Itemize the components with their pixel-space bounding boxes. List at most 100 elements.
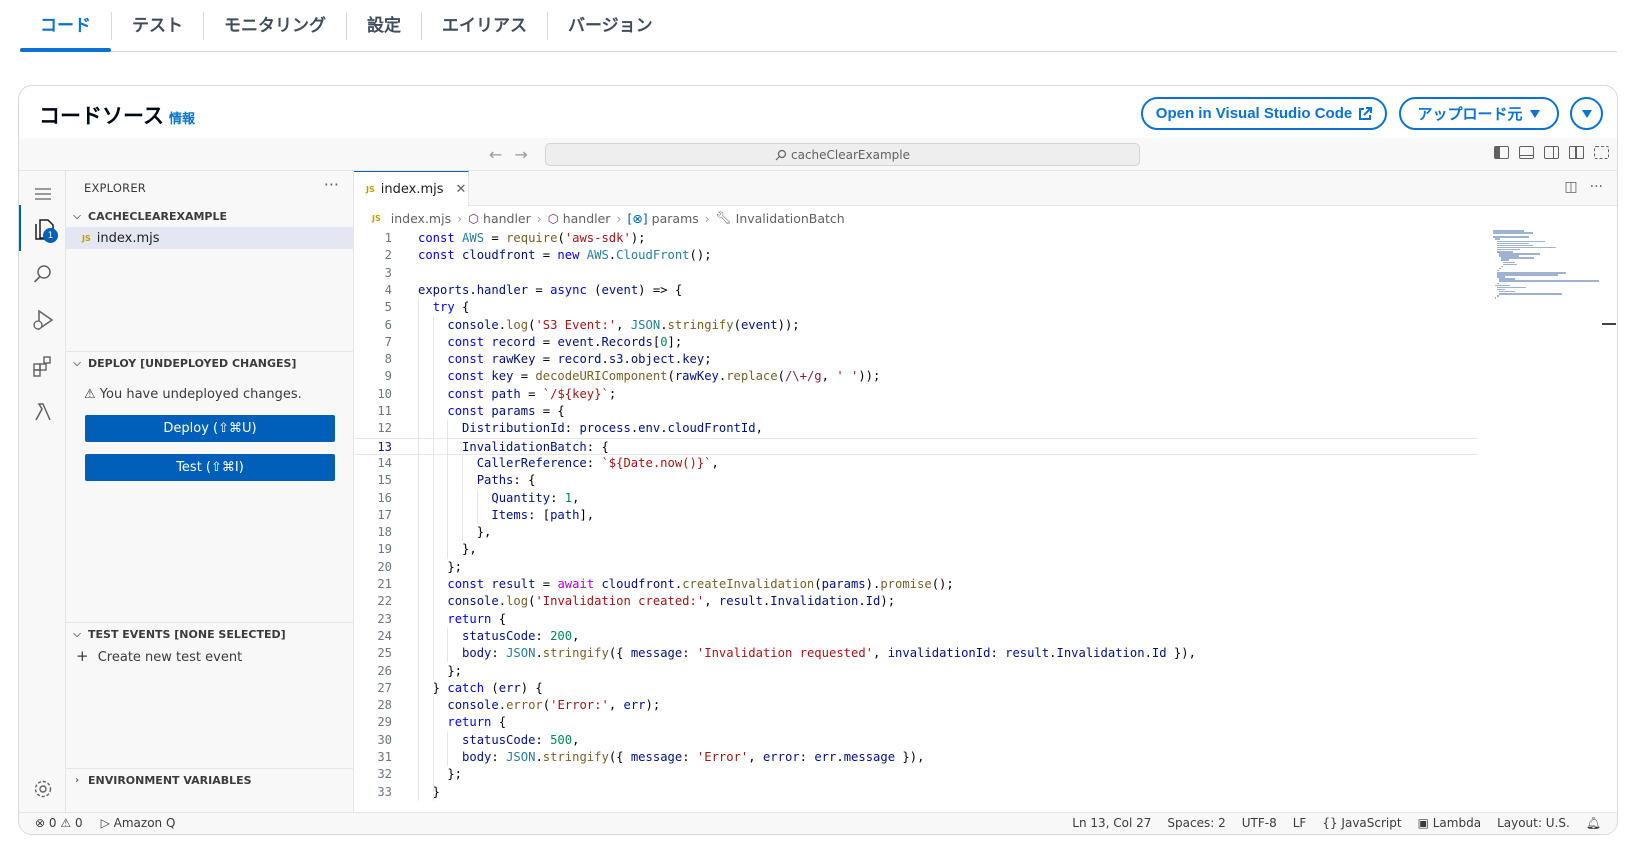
code-text: }; (418, 663, 463, 678)
more-icon[interactable]: ··· (1590, 179, 1603, 195)
code-line[interactable]: 20 }; (354, 559, 1477, 576)
code-text: DistributionId: process.env.cloudFrontId… (462, 421, 763, 436)
code-line[interactable]: 28 console.error('Error:', err); (354, 697, 1477, 714)
more-actions-button[interactable] (1570, 97, 1603, 130)
code-line[interactable]: 5 try { (354, 299, 1477, 316)
code-line[interactable]: 17 Items: [path], (354, 507, 1477, 524)
code-line[interactable]: 29 return { (354, 714, 1477, 731)
code-line[interactable]: 11 const params = { (354, 403, 1477, 420)
code-line[interactable]: 10 const path = `/${key}`; (354, 386, 1477, 403)
editor-tab-index-mjs[interactable]: JS index.mjs ✕ (354, 171, 469, 206)
bell-icon[interactable]: 🔔︎ (1586, 816, 1601, 830)
deploy-button[interactable]: Deploy (⇧⌘U) (85, 415, 335, 442)
lambda-status[interactable]: ▣ Lambda (1418, 816, 1482, 830)
minimap[interactable] (1493, 230, 1603, 300)
code-line[interactable]: 18 }, (354, 524, 1477, 541)
customize-layout-icon[interactable] (1569, 146, 1584, 159)
line-number: 17 (377, 507, 392, 522)
code-line[interactable]: 33 } (354, 784, 1477, 801)
tab-test[interactable]: テスト (112, 11, 204, 40)
code-editor-ide: ← → cacheClearExample 1 EXPLORER ··· ⌵ C… (19, 138, 1617, 834)
code-line[interactable]: 9 const key = decodeURIComponent(rawKey.… (354, 368, 1477, 385)
code-text: const cloudfront = new AWS.CloudFront(); (418, 248, 712, 263)
variable-icon: [⊗] (627, 210, 648, 226)
folder-section-header[interactable]: ⌵ CACHECLEAREXAMPLE (66, 205, 353, 227)
command-center-search[interactable]: cacheClearExample (545, 143, 1140, 166)
tab-code[interactable]: コード (20, 11, 112, 52)
end-of-line[interactable]: LF (1293, 816, 1307, 830)
code-line[interactable]: 22 console.log('Invalidation created:', … (354, 593, 1477, 610)
problems-indicator[interactable]: ⊗ 0 ⚠ 0 (35, 816, 83, 830)
code-line[interactable]: 26 }; (354, 663, 1477, 680)
code-line[interactable]: 15 Paths: { (354, 472, 1477, 489)
breadcrumb-item[interactable]: InvalidationBatch (736, 211, 845, 226)
code-line[interactable]: 12 DistributionId: process.env.cloudFron… (354, 420, 1477, 437)
extensions-icon[interactable] (19, 343, 66, 389)
env-vars-section-header[interactable]: › ENVIRONMENT VARIABLES (66, 769, 353, 791)
code-line[interactable]: 3 (354, 265, 1477, 282)
code-line[interactable]: 13 InvalidationBatch: { (354, 437, 1477, 455)
code-line[interactable]: 24 statusCode: 200, (354, 628, 1477, 645)
language-mode[interactable]: {} JavaScript (1322, 816, 1401, 830)
code-line[interactable]: 31 body: JSON.stringify({ message: 'Erro… (354, 749, 1477, 766)
breadcrumb-item[interactable]: index.mjs (391, 211, 451, 226)
breadcrumb-item[interactable]: params (652, 211, 699, 226)
code-line[interactable]: 7 const record = event.Records[0]; (354, 334, 1477, 351)
keyboard-layout[interactable]: Layout: U.S. (1497, 816, 1570, 830)
line-number: 27 (377, 680, 392, 695)
settings-gear-icon[interactable] (19, 766, 66, 812)
info-link[interactable]: 情報 (169, 108, 195, 127)
code-line[interactable]: 30 statusCode: 500, (354, 732, 1477, 749)
code-line[interactable]: 25 body: JSON.stringify({ message: 'Inva… (354, 645, 1477, 662)
code-line[interactable]: 16 Quantity: 1, (354, 490, 1477, 507)
file-item-index-mjs[interactable]: JS index.mjs (66, 227, 353, 249)
run-debug-icon[interactable] (19, 297, 66, 343)
scrollbar-marker[interactable] (1602, 323, 1616, 325)
test-events-section-header[interactable]: ⌵ TEST EVENTS [NONE SELECTED] (66, 623, 353, 645)
code-line[interactable]: 27 } catch (err) { (354, 680, 1477, 697)
toggle-panel-icon[interactable] (1519, 146, 1534, 159)
code-editor[interactable]: 1 const AWS = require('aws-sdk'); 2 const c… (354, 230, 1477, 812)
test-button[interactable]: Test (⇧⌘I) (85, 454, 335, 481)
code-line[interactable]: 2 const cloudfront = new AWS.CloudFront()… (354, 247, 1477, 264)
line-number: 7 (384, 334, 392, 349)
code-line[interactable]: 1 const AWS = require('aws-sdk'); (354, 230, 1477, 247)
tab-monitoring[interactable]: モニタリング (204, 11, 347, 40)
lambda-icon[interactable] (19, 389, 66, 435)
more-icon[interactable]: ··· (324, 175, 339, 194)
upload-from-button[interactable]: アップロード元 (1399, 97, 1559, 130)
tab-settings[interactable]: 設定 (347, 11, 422, 40)
split-editor-icon[interactable]: ◫ (1564, 179, 1577, 195)
code-line[interactable]: 14 CallerReference: `${Date.now()}`, (354, 455, 1477, 472)
search-icon[interactable] (19, 251, 66, 297)
breadcrumb-item[interactable]: handler (483, 211, 531, 226)
open-in-vscode-button[interactable]: Open in Visual Studio Code (1141, 97, 1387, 130)
code-line[interactable]: 23 return { (354, 611, 1477, 628)
toggle-primary-sidebar-icon[interactable] (1494, 146, 1509, 159)
breadcrumb-item[interactable]: handler (563, 211, 611, 226)
explorer-icon[interactable]: 1 (19, 205, 66, 251)
code-line[interactable]: 6 console.log('S3 Event:', JSON.stringif… (354, 317, 1477, 334)
deploy-section-header[interactable]: ⌵ DEPLOY [UNDEPLOYED CHANGES] (66, 352, 353, 374)
explorer-sidebar: EXPLORER ··· ⌵ CACHECLEAREXAMPLE JS inde… (66, 171, 354, 812)
close-icon[interactable]: ✕ (456, 182, 467, 197)
line-number: 12 (377, 421, 392, 436)
forward-arrow-icon[interactable]: → (514, 145, 527, 164)
encoding[interactable]: UTF-8 (1242, 816, 1277, 830)
code-line[interactable]: 4 exports.handler = async (event) => { (354, 282, 1477, 299)
code-line[interactable]: 21 const result = await cloudfront.creat… (354, 576, 1477, 593)
code-line[interactable]: 8 const rawKey = record.s3.object.key; (354, 351, 1477, 368)
back-arrow-icon[interactable]: ← (489, 145, 502, 164)
tab-aliases[interactable]: エイリアス (422, 11, 548, 40)
toggle-secondary-sidebar-icon[interactable] (1544, 146, 1559, 159)
amazon-q-status[interactable]: ▷ Amazon Q (101, 816, 176, 830)
minimap-line (1495, 297, 1496, 299)
tab-versions[interactable]: バージョン (548, 12, 673, 40)
cursor-position[interactable]: Ln 13, Col 27 (1072, 816, 1151, 830)
code-line[interactable]: 19 }, (354, 541, 1477, 558)
line-number: 5 (384, 300, 392, 315)
code-line[interactable]: 32 }; (354, 766, 1477, 783)
indentation[interactable]: Spaces: 2 (1167, 816, 1225, 830)
toggle-fullscreen-icon[interactable] (1594, 146, 1609, 159)
create-test-event-link[interactable]: + Create new test event (76, 647, 242, 665)
